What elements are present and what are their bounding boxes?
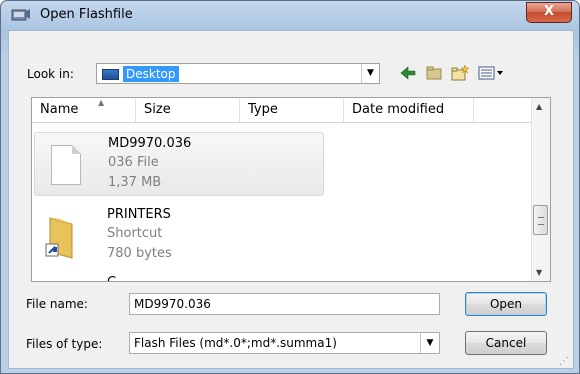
files-of-type-label: Files of type: [26,337,103,351]
item-type: 036 File [108,155,159,170]
document-icon [51,145,81,185]
file-name-input[interactable]: MD9970.036 [129,293,440,315]
title-bar[interactable]: Open Flashfile X [1,1,579,30]
resize-grip-icon[interactable]: ⋰ [559,356,569,367]
item-size: 1,37 MB [108,175,162,190]
view-menu-icon[interactable] [477,63,507,83]
scroll-up-icon[interactable]: ▲ [536,102,542,111]
look-in-value: Desktop [123,66,179,82]
file-name-label: File name: [26,297,88,311]
list-item[interactable]: MD9970.036 036 File 1,37 MB [34,132,324,196]
vertical-scrollbar[interactable]: ▲ ▼ [531,98,550,281]
file-list[interactable]: Name ▲ Size Type Date modified MD9970.03… [31,97,551,282]
new-folder-icon[interactable] [450,63,470,83]
cancel-button[interactable]: Cancel [465,331,547,355]
file-type-value: Flash Files (md*.0*;md*.summa1) [134,336,337,350]
item-type: Shortcut [107,226,163,241]
scroll-down-icon[interactable]: ▼ [536,268,542,277]
column-date-modified[interactable]: Date modified [344,98,474,122]
look-in-combobox[interactable]: Desktop ▼ [96,63,380,84]
column-size[interactable]: Size [136,98,240,122]
folder-shortcut-icon [45,217,73,259]
open-button[interactable]: Open [465,292,547,316]
chevron-down-icon[interactable]: ▼ [361,64,379,83]
list-item[interactable]: PRINTERS Shortcut 780 bytes [34,204,324,268]
list-header: Name ▲ Size Type Date modified [32,98,550,123]
item-name: MD9970.036 [108,136,192,151]
item-name: PRINTERS [107,207,171,222]
up-folder-icon[interactable] [424,63,444,83]
column-name[interactable]: Name [32,98,136,122]
item-name: C [107,275,116,281]
grip-icon [538,217,544,225]
column-type[interactable]: Type [240,98,344,122]
close-button[interactable]: X [526,2,572,23]
list-item[interactable]: C [34,272,324,281]
desktop-icon [102,69,119,80]
back-arrow-icon[interactable] [398,63,418,83]
chevron-down-icon[interactable]: ▼ [420,333,439,353]
scroll-thumb[interactable] [533,205,548,235]
sort-arrow-icon: ▲ [98,98,105,107]
open-flashfile-dialog: Open Flashfile X Look in: Desktop ▼ Name… [0,0,580,374]
app-icon [11,9,30,21]
file-type-select[interactable]: Flash Files (md*.0*;md*.summa1) ▼ [129,332,440,354]
item-size: 780 bytes [107,246,172,261]
window-title: Open Flashfile [40,7,133,22]
look-in-label: Look in: [27,67,74,81]
